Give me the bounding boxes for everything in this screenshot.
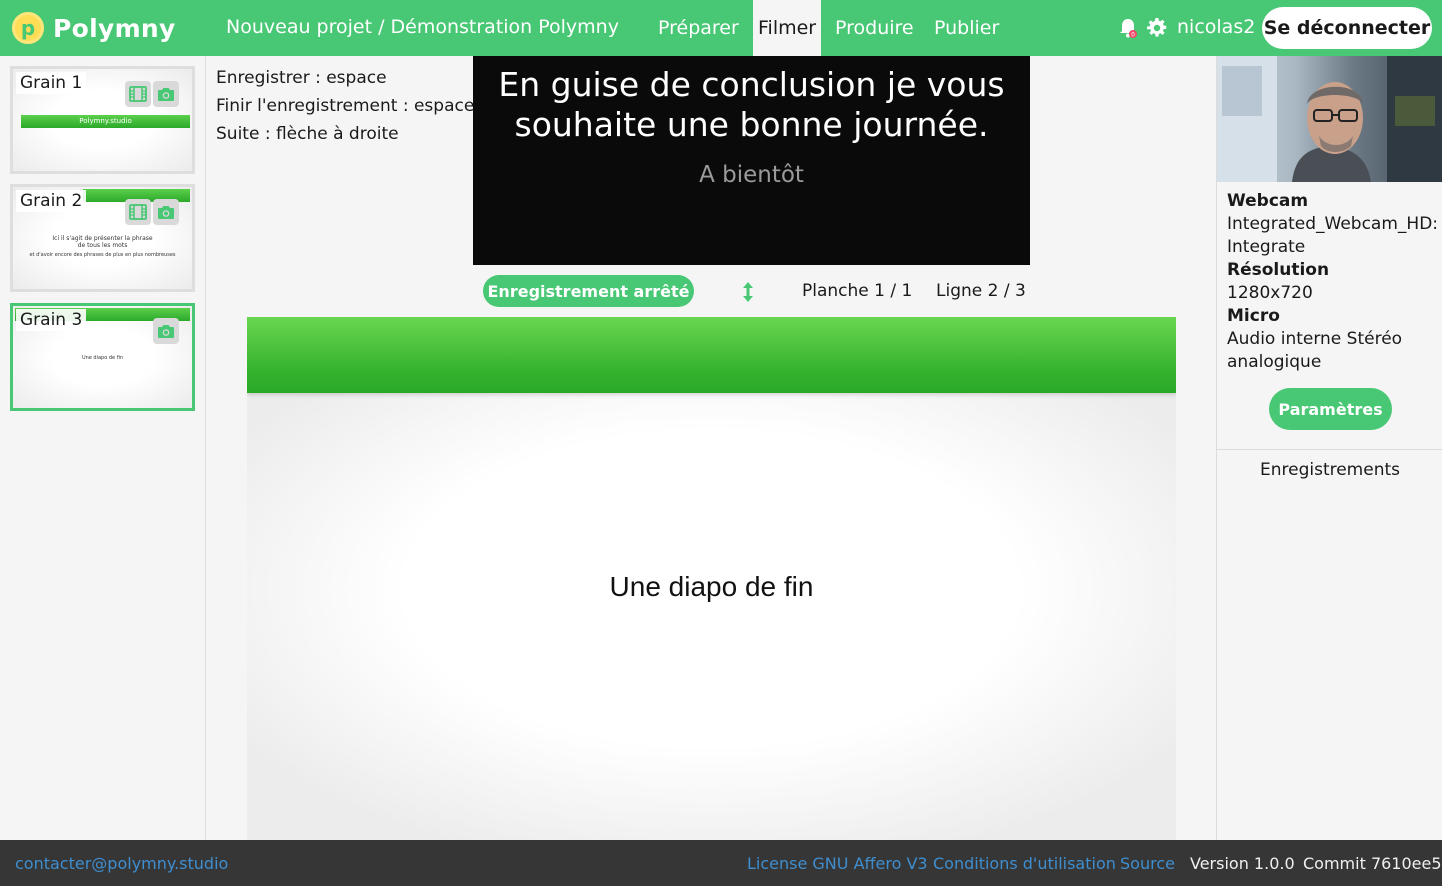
license-link[interactable]: License GNU Affero V3 <box>747 854 928 873</box>
footer: contacter@polymny.studio License GNU Aff… <box>0 840 1442 886</box>
grain-label: Grain 3 <box>16 309 87 331</box>
bell-icon[interactable]: 0 <box>1118 17 1138 39</box>
gear-icon[interactable] <box>1147 18 1167 38</box>
camera-icon[interactable] <box>153 81 179 107</box>
logout-button[interactable]: Se déconnecter <box>1262 7 1432 49</box>
instruction-finish: Finir l'enregistrement : espace <box>216 96 475 116</box>
slide-text: Une diapo de fin <box>609 571 814 602</box>
brand-name: Polymny <box>53 13 176 43</box>
camera-icon[interactable] <box>153 318 179 344</box>
commit-text: Commit 7610ee5 <box>1303 854 1442 873</box>
webcam-preview <box>1217 56 1442 182</box>
line-counter: Ligne 2 / 3 <box>936 281 1026 301</box>
instruction-next: Suite : flèche à droite <box>216 124 399 144</box>
device-info: Webcam Integrated_Webcam_HD: Integrate R… <box>1227 190 1442 374</box>
resize-vertical-icon[interactable] <box>740 281 756 303</box>
thumb-text: Une diapo de fin <box>81 355 124 361</box>
divider <box>1217 449 1442 450</box>
nav-tab-produce[interactable]: Produire <box>830 0 919 56</box>
grain-card-3[interactable]: Une diapo de fin Grain 3 <box>10 303 195 411</box>
grain-label: Grain 2 <box>16 190 87 212</box>
version-text: Version 1.0.0 <box>1190 854 1295 873</box>
instruction-record: Enregistrer : espace <box>216 68 387 88</box>
thumb-line: Ici il s'agit de présenter la phrase <box>52 235 153 242</box>
prompter-current-line: En guise de conclusion je vous souhaite … <box>498 65 1005 144</box>
prompter-next-line: A bientôt <box>699 162 804 188</box>
breadcrumb[interactable]: Nouveau projet / Démonstration Polymny <box>226 16 619 38</box>
grain-label: Grain 1 <box>16 72 87 94</box>
slide-header-band <box>247 317 1176 393</box>
brand[interactable]: p Polymny <box>12 12 176 44</box>
terms-link[interactable]: Conditions d'utilisation <box>933 854 1116 873</box>
recordings-heading: Enregistrements <box>1259 460 1401 480</box>
thumb-line: et d'avoir encore des phrases de plus en… <box>29 252 176 258</box>
contact-link[interactable]: contacter@polymny.studio <box>15 854 228 873</box>
device-panel: Webcam Integrated_Webcam_HD: Integrate R… <box>1216 56 1442 840</box>
webcam-label: Webcam <box>1227 191 1309 211</box>
slide-counter: Planche 1 / 1 <box>802 281 913 301</box>
recording-status-badge[interactable]: Enregistrement arrêté <box>483 275 694 307</box>
username[interactable]: nicolas2 <box>1177 16 1255 38</box>
notification-count: 0 <box>1131 31 1135 38</box>
thumb-line: de tous les mots <box>77 242 128 249</box>
resolution-value: 1280x720 <box>1227 283 1313 303</box>
top-navbar: p Polymny Nouveau projet / Démonstration… <box>0 0 1442 56</box>
slide-preview: Une diapo de fin <box>247 317 1176 840</box>
webcam-value: Integrated_Webcam_HD: Integrate <box>1227 214 1439 257</box>
micro-value: Audio interne Stéréo analogique <box>1227 329 1403 372</box>
film-icon[interactable] <box>125 81 151 107</box>
grain-sidebar: Polymny.studio Grain 1 Ici il s'agit de … <box>0 56 206 840</box>
source-link[interactable]: Source <box>1120 854 1175 873</box>
prompter: En guise de conclusion je vous souhaite … <box>473 56 1030 265</box>
nav-tab-film[interactable]: Filmer <box>753 0 822 56</box>
film-icon[interactable] <box>125 199 151 225</box>
grain-card-2[interactable]: Ici il s'agit de présenter la phrase de … <box>10 184 195 292</box>
keyboard-instructions: Enregistrer : espace Finir l'enregistrem… <box>216 64 474 148</box>
settings-button[interactable]: Paramètres <box>1269 388 1392 430</box>
resolution-label: Résolution <box>1227 260 1330 280</box>
polymny-logo-icon: p <box>12 12 44 44</box>
camera-icon[interactable] <box>153 199 179 225</box>
thumb-text: Polymny.studio <box>79 117 132 125</box>
micro-label: Micro <box>1227 306 1280 326</box>
nav-tab-prepare[interactable]: Préparer <box>653 0 744 56</box>
grain-card-1[interactable]: Polymny.studio Grain 1 <box>10 66 195 174</box>
nav-tab-publish[interactable]: Publier <box>929 0 1004 56</box>
